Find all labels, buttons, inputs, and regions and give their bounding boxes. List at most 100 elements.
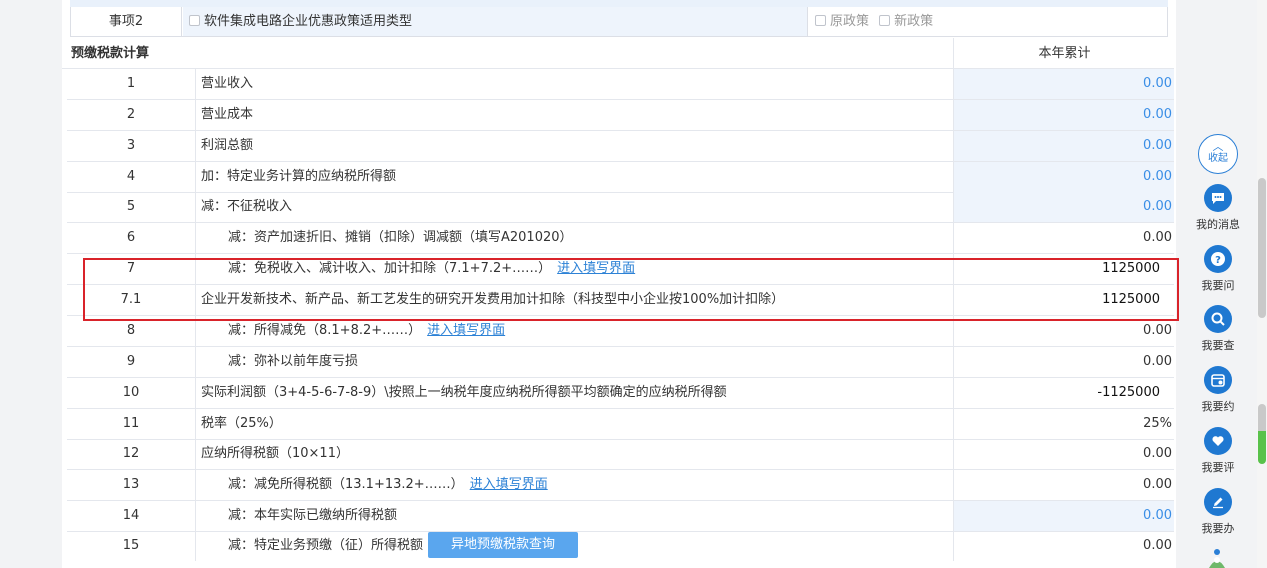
question-icon: ? — [1204, 245, 1232, 273]
row-description: 利润总额 — [201, 138, 254, 153]
row-number: 9 — [67, 347, 196, 377]
table-row: 3 利润总额 0.00 — [67, 131, 1174, 162]
row-value: 0.00 — [953, 531, 1174, 561]
section-title: 预缴税款计算 — [71, 46, 150, 61]
sidebar-item-label: 我的消息 — [1196, 218, 1240, 231]
search-icon — [1204, 305, 1232, 333]
row10-value-text: -1125000 — [1097, 385, 1160, 400]
row-value: 0.00 — [953, 501, 1174, 531]
row-number: 11 — [67, 409, 196, 439]
tax-form: 事项2 软件集成电路企业优惠政策适用类型 原政策 新政策 预缴税款计算 本年累计… — [62, 0, 1174, 568]
item2-label: 事项2 — [71, 7, 182, 36]
row7-1-value-input[interactable]: 1125000 — [953, 285, 1174, 315]
old-policy-checkbox[interactable] — [815, 15, 826, 26]
scrollbar-indicator — [1258, 404, 1266, 464]
table-row: 11 税率（25%） 25% — [67, 409, 1174, 440]
software-policy-checkbox[interactable] — [189, 15, 200, 26]
sidebar-item-label: 我要约 — [1201, 400, 1235, 413]
row-number: 12 — [67, 439, 196, 469]
row7-value-text: 1125000 — [1102, 261, 1160, 276]
row-value: 0.00 — [953, 162, 1174, 192]
row-description: 营业收入 — [201, 76, 254, 91]
table-row: 13 减：减免所得税额（13.1+13.2+……） 进入填写界面 0.00 — [67, 470, 1174, 501]
collapse-button[interactable]: ︿ 收起 — [1198, 134, 1238, 174]
sidebar-item-label: 我要评 — [1201, 461, 1235, 474]
row-description: 减：本年实际已缴纳所得税额 — [228, 508, 398, 523]
table-row: 7 减：免税收入、减计收入、加计扣除（7.1+7.2+……） 进入填写界面 112… — [67, 254, 1174, 285]
row-number: 1 — [67, 69, 196, 99]
item2-option[interactable]: 软件集成电路企业优惠政策适用类型 — [183, 7, 808, 36]
fill-in-link-row7[interactable]: 进入填写界面 — [557, 261, 635, 276]
row-number: 7 — [67, 254, 196, 284]
row-description: 减：减免所得税额（13.1+13.2+……） 进入填写界面 — [228, 470, 980, 500]
table-row: 9 减：弥补以前年度亏损 0.00 — [67, 347, 1174, 378]
row7-value-input[interactable]: 1125000 — [953, 254, 1174, 284]
new-policy-checkbox[interactable] — [879, 15, 891, 26]
row-number: 4 — [67, 162, 196, 192]
sidebar-item-evaluate[interactable]: 我要评 — [1192, 427, 1244, 474]
table-row: 2 营业成本 0.00 — [67, 100, 1174, 131]
chevron-up-icon: ︿ — [1212, 140, 1224, 153]
row-value: 0.00 — [953, 100, 1174, 130]
table-row: 5 减：不征税收入 0.00 — [67, 192, 1174, 223]
table-row: 15 减：特定业务预缴（征）所得税额 0.00 — [67, 531, 1174, 562]
collapse-label: 收起 — [1208, 153, 1228, 164]
row-description: 实际利润额（3+4-5-6-7-8-9）\按照上一纳税年度应纳税所得额平均额确定… — [201, 385, 727, 400]
edit-icon — [1204, 488, 1232, 516]
left-margin — [0, 0, 62, 568]
top-strip — [70, 0, 1168, 7]
row-number: 6 — [67, 223, 196, 253]
row-value: 0.00 — [953, 192, 1174, 222]
row-description: 应纳所得税额（10×11） — [201, 446, 349, 461]
row-description: 减：不征税收入 — [201, 199, 293, 214]
sidebar-item-label: 我要查 — [1201, 339, 1235, 352]
row-value: 0.00 — [953, 470, 1174, 500]
item2-row: 事项2 软件集成电路企业优惠政策适用类型 原政策 新政策 — [70, 7, 1168, 37]
row10-value-input[interactable]: -1125000 — [953, 378, 1174, 408]
section-header: 预缴税款计算 本年累计 — [62, 38, 1174, 69]
sidebar-item-messages[interactable]: 我的消息 — [1192, 184, 1244, 231]
heart-icon — [1204, 427, 1232, 455]
table-row: 12 应纳所得税额（10×11） 0.00 — [67, 439, 1174, 470]
fill-in-link-row8[interactable]: 进入填写界面 — [427, 323, 505, 338]
message-icon — [1204, 184, 1232, 212]
assistant-robot-icon[interactable] — [1206, 548, 1228, 568]
table-row: 1 营业收入 0.00 — [67, 69, 1174, 100]
table-row: 8 减：所得减免（8.1+8.2+……） 进入填写界面 0.00 — [67, 316, 1174, 347]
remote-prepay-query-button[interactable]: 异地预缴税款查询 — [428, 532, 578, 558]
scrollbar-thumb[interactable] — [1258, 178, 1266, 318]
sidebar-item-search[interactable]: 我要查 — [1192, 305, 1244, 352]
row-number: 10 — [67, 378, 196, 408]
software-policy-label: 软件集成电路企业优惠政策适用类型 — [204, 14, 413, 29]
old-policy-label: 原政策 — [830, 14, 870, 29]
row-description-text: 减：减免所得税额（13.1+13.2+……） — [228, 477, 464, 492]
new-policy-label: 新政策 — [894, 14, 934, 29]
row-description: 减：所得减免（8.1+8.2+……） 进入填写界面 — [228, 316, 980, 346]
row-number: 13 — [67, 470, 196, 500]
sidebar-item-ask[interactable]: ? 我要问 — [1192, 245, 1244, 292]
sidebar-item-appointment[interactable]: 我要约 — [1192, 366, 1244, 413]
row-value: 0.00 — [953, 69, 1174, 99]
row-value: 0.00 — [953, 439, 1174, 469]
fill-in-link-row13[interactable]: 进入填写界面 — [470, 477, 548, 492]
table-row: 6 减：资产加速折旧、摊销（扣除）调减额（填写A201020） 0.00 — [67, 223, 1174, 254]
row7-1-value-text: 1125000 — [1102, 292, 1160, 307]
sidebar-item-label: 我要办 — [1201, 522, 1235, 535]
svg-text:?: ? — [1215, 255, 1221, 266]
row-number: 3 — [67, 131, 196, 161]
row-number: 5 — [67, 192, 196, 222]
row-number: 8 — [67, 316, 196, 346]
row-description-text: 减：免税收入、减计收入、加计扣除（7.1+7.2+……） — [228, 261, 552, 276]
column-header-ytd: 本年累计 — [953, 38, 1175, 68]
table-row: 4 加：特定业务计算的应纳税所得额 0.00 — [67, 162, 1174, 193]
row-value: 0.00 — [953, 223, 1174, 253]
table-row: 10 实际利润额（3+4-5-6-7-8-9）\按照上一纳税年度应纳税所得额平均… — [67, 378, 1174, 409]
row-description: 加：特定业务计算的应纳税所得额 — [201, 169, 397, 184]
calendar-icon — [1204, 366, 1232, 394]
policy-options: 原政策 新政策 — [809, 7, 1168, 36]
row-description: 营业成本 — [201, 107, 254, 122]
row-number: 15 — [67, 531, 196, 561]
row-description: 减：弥补以前年度亏损 — [228, 354, 359, 369]
row-number: 14 — [67, 501, 196, 531]
sidebar-item-handle[interactable]: 我要办 — [1192, 488, 1244, 535]
